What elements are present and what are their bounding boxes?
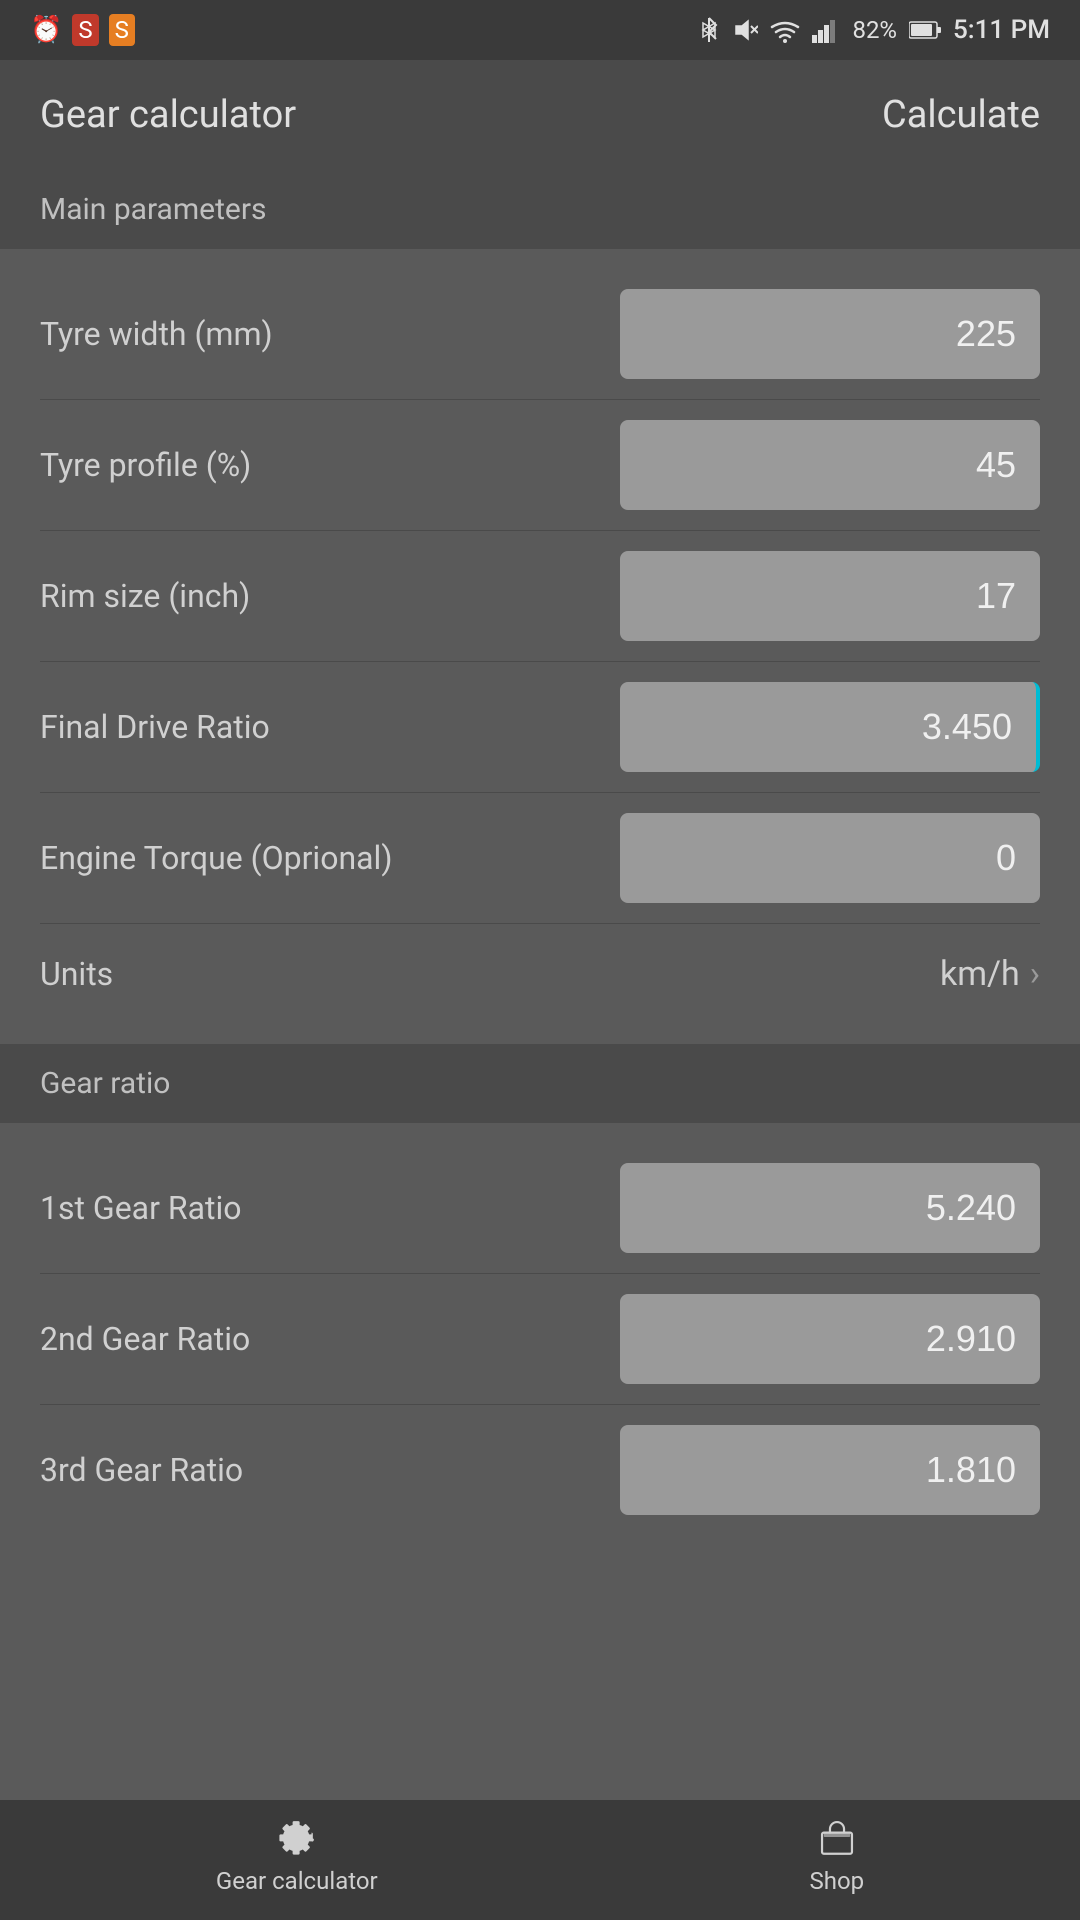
engine-torque-label: Engine Torque (Oprional) <box>40 839 392 877</box>
shop-tab[interactable]: Shop <box>809 1815 864 1895</box>
battery-percent: 82% <box>852 16 897 44</box>
status-bar-icons: 82% 5:11 PM <box>698 15 1050 45</box>
wifi-icon <box>770 17 800 43</box>
tyre-width-input[interactable] <box>620 289 1040 379</box>
final-drive-ratio-label: Final Drive Ratio <box>40 708 270 746</box>
main-parameters-title: Main parameters <box>40 192 266 227</box>
gear-calculator-tab-label: Gear calculator <box>216 1867 378 1895</box>
gear-ratio-header: Gear ratio <box>0 1044 1080 1123</box>
status-bar-left: ⏰ S S <box>30 14 135 46</box>
rim-size-row: Rim size (inch) <box>0 531 1080 661</box>
battery-icon <box>909 20 941 40</box>
gear-1-row: 1st Gear Ratio <box>0 1143 1080 1273</box>
units-value-container[interactable]: km/h › <box>940 954 1040 994</box>
status-time: 5:11 PM <box>953 15 1050 45</box>
gear-1-input[interactable] <box>620 1163 1040 1253</box>
app-bar-title: Gear calculator <box>40 93 296 137</box>
gear-3-row: 3rd Gear Ratio <box>0 1405 1080 1535</box>
bottom-nav: Gear calculator Shop <box>0 1800 1080 1920</box>
status-bar: ⏰ S S <box>0 0 1080 60</box>
rim-size-label: Rim size (inch) <box>40 577 250 615</box>
gear-2-input[interactable] <box>620 1294 1040 1384</box>
engine-torque-input[interactable] <box>620 813 1040 903</box>
shop-icon <box>815 1815 859 1859</box>
gear-icon <box>275 1815 319 1859</box>
main-parameters-header: Main parameters <box>0 170 1080 249</box>
engine-torque-row: Engine Torque (Oprional) <box>0 793 1080 923</box>
rim-size-input[interactable] <box>620 551 1040 641</box>
calculate-button[interactable]: Calculate <box>882 93 1040 137</box>
gear-ratio-content: 1st Gear Ratio 2nd Gear Ratio 3rd Gear R… <box>0 1123 1080 1555</box>
gear-3-label: 3rd Gear Ratio <box>40 1451 243 1489</box>
tyre-profile-input[interactable] <box>620 420 1040 510</box>
app-icon-2: S <box>109 14 135 46</box>
mute-icon <box>732 17 758 43</box>
gear-1-label: 1st Gear Ratio <box>40 1189 241 1227</box>
signal-icon <box>812 17 840 43</box>
tyre-width-label: Tyre width (mm) <box>40 315 273 353</box>
app-bar: Gear calculator Calculate <box>0 60 1080 170</box>
units-label: Units <box>40 955 113 993</box>
gear-ratio-title: Gear ratio <box>40 1066 170 1101</box>
final-drive-ratio-row: Final Drive Ratio <box>0 662 1080 792</box>
chevron-right-icon: › <box>1030 954 1040 994</box>
gear-calculator-tab[interactable]: Gear calculator <box>216 1815 378 1895</box>
tyre-width-row: Tyre width (mm) <box>0 269 1080 399</box>
gear-3-input[interactable] <box>620 1425 1040 1515</box>
units-row[interactable]: Units km/h › <box>0 924 1080 1024</box>
shop-tab-label: Shop <box>809 1867 864 1895</box>
page-wrapper: ⏰ S S <box>0 0 1080 1920</box>
alarm-icon: ⏰ <box>30 15 62 45</box>
app-icon-1: S <box>72 14 98 46</box>
units-value-text: km/h <box>940 954 1020 994</box>
tyre-profile-row: Tyre profile (%) <box>0 400 1080 530</box>
final-drive-ratio-input[interactable] <box>620 682 1040 772</box>
gear-2-label: 2nd Gear Ratio <box>40 1320 250 1358</box>
tyre-profile-label: Tyre profile (%) <box>40 446 251 484</box>
bluetooth-icon <box>698 16 720 44</box>
gear-2-row: 2nd Gear Ratio <box>0 1274 1080 1404</box>
main-parameters-content: Tyre width (mm) Tyre profile (%) Rim siz… <box>0 249 1080 1044</box>
